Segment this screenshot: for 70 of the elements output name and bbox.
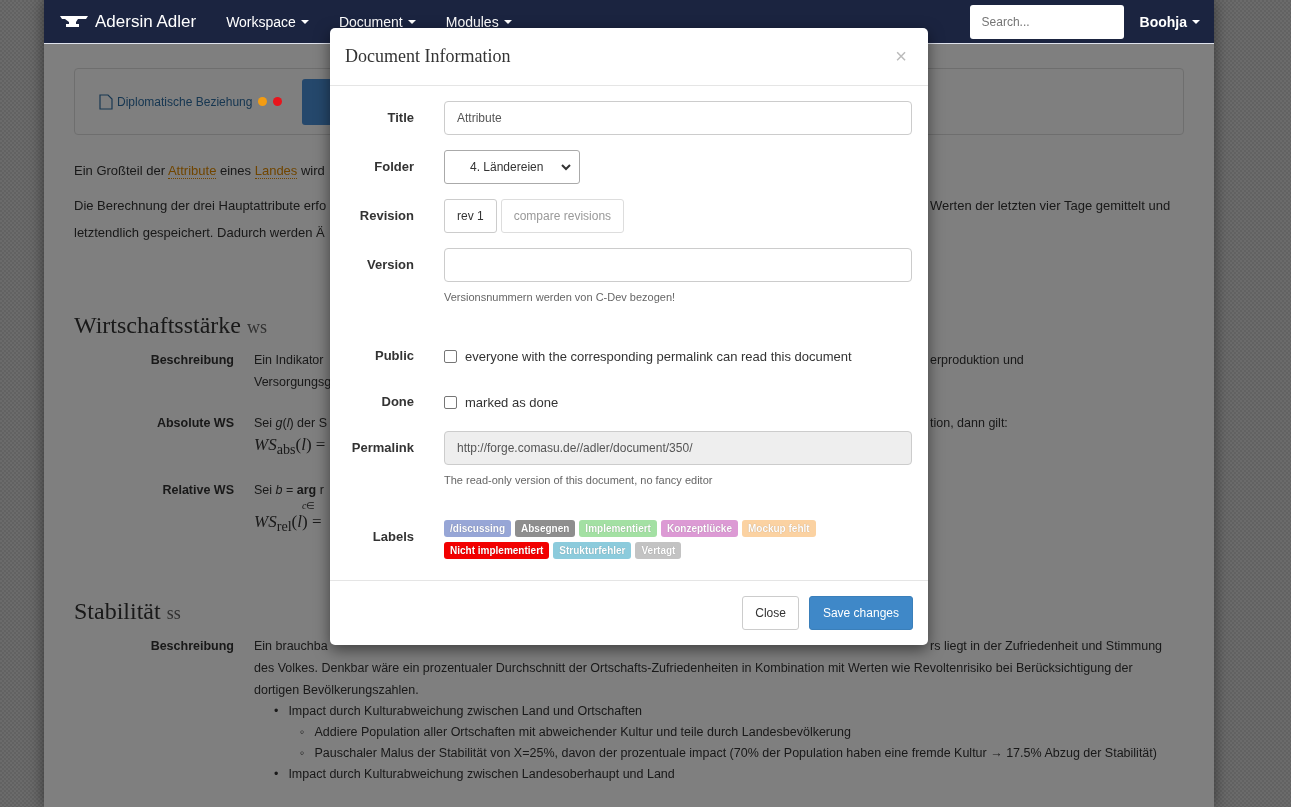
- nav-menu[interactable]: Workspace: [226, 13, 309, 30]
- paragraph-text: Werten der letzten vier Tage gemittelt und: [930, 197, 1171, 215]
- bullet-marker: ◦: [300, 723, 305, 741]
- revision-button[interactable]: compare revisions: [500, 199, 625, 233]
- chevron-down-icon: [561, 163, 572, 171]
- search-field[interactable]: Search...: [969, 4, 1124, 39]
- term-label: Relative WS: [161, 482, 234, 500]
- list-item: Impact durch Kulturabweichung zwischen Landesoberhaupt und Land: [288, 765, 675, 783]
- save-button[interactable]: Save changes: [808, 596, 913, 630]
- field-label: Labels: [371, 528, 414, 546]
- field-label: Title: [386, 109, 414, 127]
- field-label: Public: [374, 347, 414, 365]
- field-label: Version: [366, 256, 414, 274]
- checkbox[interactable]: [444, 395, 457, 409]
- help-text: The read-only version of this document, no fancy editor: [444, 474, 713, 486]
- description-text: dortigen Bevölkerungszahlen.: [254, 682, 419, 697]
- user-menu[interactable]: Boohja: [1139, 13, 1200, 30]
- label-tag[interactable]: Absegnen: [515, 520, 576, 537]
- bullet-marker: •: [274, 765, 279, 783]
- list-item: Impact durch Kulturabweichung zwischen Land und Ortschaften: [288, 702, 643, 720]
- section-heading: Wirtschaftsstärke: [74, 312, 241, 339]
- permalink-field[interactable]: http://forge.comasu.de//adler/document/350/: [444, 431, 912, 465]
- field-label: Revision: [358, 207, 414, 225]
- paragraph-text: Die Berechnung der drei Hauptattribute erfo: [74, 197, 328, 215]
- bullet-marker: ◦: [300, 744, 305, 762]
- anvil-icon: [60, 14, 88, 29]
- term-label: Beschreibung: [149, 352, 234, 369]
- description-text: Sei g(l) der S: [254, 415, 328, 432]
- description-text: Ein Indikator: [254, 352, 325, 369]
- document-link[interactable]: Diplomatische Beziehung: [117, 94, 253, 109]
- paragraph-text: letztendlich gespeichert. Dadurch werden Ä: [74, 224, 326, 242]
- field-label: Folder: [373, 158, 414, 176]
- input-field[interactable]: Attribute: [444, 101, 912, 135]
- list-item: Pauschaler Malus der Stabilität von X=25%, davon der prozentuale impact (70% der Population haben eine fremde Kultur → 17.5% Abzug der Stabilität): [314, 744, 1157, 762]
- bullet-marker: •: [274, 702, 279, 720]
- description-text: des Volkes. Denkbar wäre ein prozentualer Durchschnitt der Ortschafts-Zufriedenheiten in Kombination mit Werten wie Revoltenrisiko bei Berücksichtigung der: [254, 660, 1133, 675]
- formula-text: WS$_{rel}$(l) =: [254, 512, 322, 532]
- term-label: Absolute WS: [155, 415, 234, 432]
- folder-select[interactable]: 4. Ländereien: [444, 150, 581, 184]
- description-text: Versorgungsg: [254, 374, 330, 391]
- description-text: Ein brauchba: [254, 637, 329, 655]
- file-icon: [99, 93, 113, 110]
- checkbox-label[interactable]: marked as done: [465, 394, 559, 410]
- description-text: rs liegt in der Zufriedenheit und Stimmung: [930, 637, 1163, 655]
- description-text: Sei b = arg r: [254, 482, 325, 500]
- input-field[interactable]: [444, 248, 912, 282]
- nav-menu[interactable]: Document: [338, 13, 416, 30]
- section-abbreviation: ws: [246, 317, 267, 338]
- term-label: Beschreibung: [149, 637, 234, 655]
- list-item: Addiere Population aller Ortschaften mit abweichender Kultur und teile durch Landesbevölkerung: [314, 723, 851, 741]
- section-heading: Stabilität: [74, 597, 161, 625]
- checkbox[interactable]: [444, 349, 457, 363]
- description-text: erproduktion und: [930, 352, 1024, 369]
- description-text: tion, dann gilt:: [930, 415, 1008, 432]
- checkbox-label[interactable]: everyone with the corresponding permalink can read this document: [465, 348, 852, 364]
- help-text: Versionsnummern werden von C-Dev bezogen!: [444, 291, 676, 303]
- field-label: Done: [380, 393, 414, 411]
- close-button[interactable]: Close: [742, 596, 799, 630]
- section-abbreviation: ss: [166, 602, 181, 624]
- button[interactable]: [302, 78, 333, 125]
- formula-text: c∈: [302, 500, 316, 512]
- formula-text: WS$_{abs}$(l) =: [254, 435, 326, 454]
- brand-name[interactable]: Adersin Adler: [95, 11, 197, 32]
- nav-menu[interactable]: Modules: [445, 13, 512, 30]
- label-tag[interactable]: Nicht implementiert: [444, 542, 550, 559]
- revision-button[interactable]: rev 1: [444, 199, 497, 233]
- label-tag[interactable]: /discussing: [444, 520, 511, 537]
- dialog-title: Document Information: [345, 46, 511, 67]
- field-label: Permalink: [350, 439, 414, 457]
- paragraph-text: Ein Großteil der Attribute eines Landes wird: [74, 162, 326, 181]
